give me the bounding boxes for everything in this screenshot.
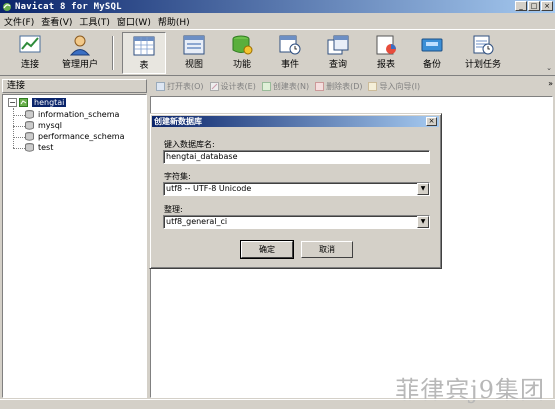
- database-icon: [25, 110, 34, 119]
- tree-guide: [13, 108, 14, 148]
- database-icon: [25, 121, 34, 130]
- status-bar: [0, 399, 555, 409]
- object-toolbar: 打开表(O) 设计表(E) 创建表(N) 删除表(D) 导入向导(I) »: [150, 79, 555, 94]
- toolbar-overflow-icon[interactable]: ⌄: [546, 64, 552, 72]
- close-button[interactable]: ×: [541, 1, 553, 11]
- import-wizard-button[interactable]: 导入向导(I): [368, 81, 420, 92]
- collation-value: utf8_general_ci: [166, 217, 228, 226]
- database-item[interactable]: test: [25, 143, 53, 152]
- toolbar-report-button[interactable]: 报表: [364, 32, 408, 74]
- dropdown-arrow-icon[interactable]: ▼: [417, 183, 429, 195]
- collapse-icon[interactable]: −: [8, 98, 17, 107]
- menu-tools[interactable]: 工具(T): [79, 15, 110, 28]
- function-icon: [232, 35, 253, 55]
- toolbar-function-button[interactable]: 功能: [220, 32, 264, 74]
- main-toolbar: 连接 管理用户 表 视图 功能 事件 查询 报表 备份 计划任务 ⌄: [0, 29, 555, 76]
- toolbar-separator: [112, 36, 114, 70]
- maximize-button[interactable]: □: [528, 1, 540, 11]
- menu-help[interactable]: 帮助(H): [158, 15, 190, 28]
- menu-bar: 文件(F) 查看(V) 工具(T) 窗口(W) 帮助(H): [0, 13, 555, 29]
- delete-table-button[interactable]: 删除表(D): [315, 81, 362, 92]
- report-icon: [376, 35, 396, 55]
- design-table-button[interactable]: 设计表(E): [209, 81, 256, 92]
- charset-value: utf8 -- UTF-8 Unicode: [166, 184, 252, 193]
- connection-icon: [19, 35, 41, 53]
- toolbar-query-button[interactable]: 查询: [316, 32, 360, 74]
- dialog-title: 创建新数据库: [154, 117, 202, 126]
- toolbar-backup-button[interactable]: 备份: [410, 32, 454, 74]
- database-icon: [25, 143, 34, 152]
- connection-tree: − hengtai information_schema mysql perfo…: [2, 94, 147, 398]
- toolbar-connection-button[interactable]: 连接: [8, 32, 52, 74]
- toolbar-event-button[interactable]: 事件: [268, 32, 312, 74]
- connection-icon: [19, 98, 28, 107]
- cancel-button[interactable]: 取消: [301, 241, 353, 258]
- query-icon: [327, 35, 349, 55]
- navicat-app-icon: [3, 2, 11, 11]
- import-wizard-icon: [368, 82, 378, 91]
- open-table-button[interactable]: 打开表(O): [156, 81, 204, 92]
- dialog-close-button[interactable]: ×: [426, 117, 437, 126]
- collation-label: 整理:: [164, 205, 183, 214]
- connection-pane-header: 连接: [2, 79, 147, 93]
- create-database-dialog: 创建新数据库 × 键入数据库名: hengtai_database 字符集: u…: [149, 113, 442, 269]
- collation-select[interactable]: utf8_general_ci ▼: [163, 215, 430, 229]
- create-table-button[interactable]: 创建表(N): [261, 81, 309, 92]
- dialog-title-bar: 创建新数据库 ×: [152, 116, 439, 127]
- delete-table-icon: [315, 82, 325, 91]
- create-table-icon: [261, 82, 271, 91]
- database-item[interactable]: performance_schema: [25, 132, 125, 141]
- user-icon: [69, 35, 91, 56]
- schedule-icon: [473, 35, 494, 55]
- menu-window[interactable]: 窗口(W): [117, 15, 151, 28]
- ok-button[interactable]: 确定: [240, 240, 294, 259]
- toolbar-chevron-icon[interactable]: »: [548, 79, 553, 88]
- charset-select[interactable]: utf8 -- UTF-8 Unicode ▼: [163, 182, 430, 196]
- database-name-input[interactable]: hengtai_database: [163, 150, 430, 164]
- database-name-label: 键入数据库名:: [164, 140, 215, 149]
- toolbar-table-button[interactable]: 表: [122, 32, 166, 74]
- database-item[interactable]: information_schema: [25, 110, 119, 119]
- backup-icon: [421, 38, 443, 52]
- database-item[interactable]: mysql: [25, 121, 62, 130]
- connection-label: hengtai: [32, 98, 67, 107]
- toolbar-view-button[interactable]: 视图: [172, 32, 216, 74]
- toolbar-manage-users-button[interactable]: 管理用户: [54, 32, 106, 74]
- database-icon: [25, 132, 34, 141]
- menu-file[interactable]: 文件(F): [4, 15, 34, 28]
- menu-view[interactable]: 查看(V): [41, 15, 72, 28]
- view-icon: [183, 35, 205, 55]
- open-table-icon: [156, 82, 165, 91]
- minimize-button[interactable]: _: [515, 1, 527, 11]
- dropdown-arrow-icon[interactable]: ▼: [417, 216, 429, 228]
- event-icon: [279, 35, 301, 55]
- toolbar-schedule-button[interactable]: 计划任务: [458, 32, 508, 74]
- title-bar: Navicat 8 for MySQL _ □ ×: [0, 0, 555, 13]
- window-title: Navicat 8 for MySQL: [15, 1, 122, 12]
- design-table-icon: [209, 82, 219, 91]
- connection-node-hengtai[interactable]: − hengtai: [8, 98, 67, 107]
- charset-label: 字符集:: [164, 172, 191, 181]
- table-icon: [133, 36, 155, 56]
